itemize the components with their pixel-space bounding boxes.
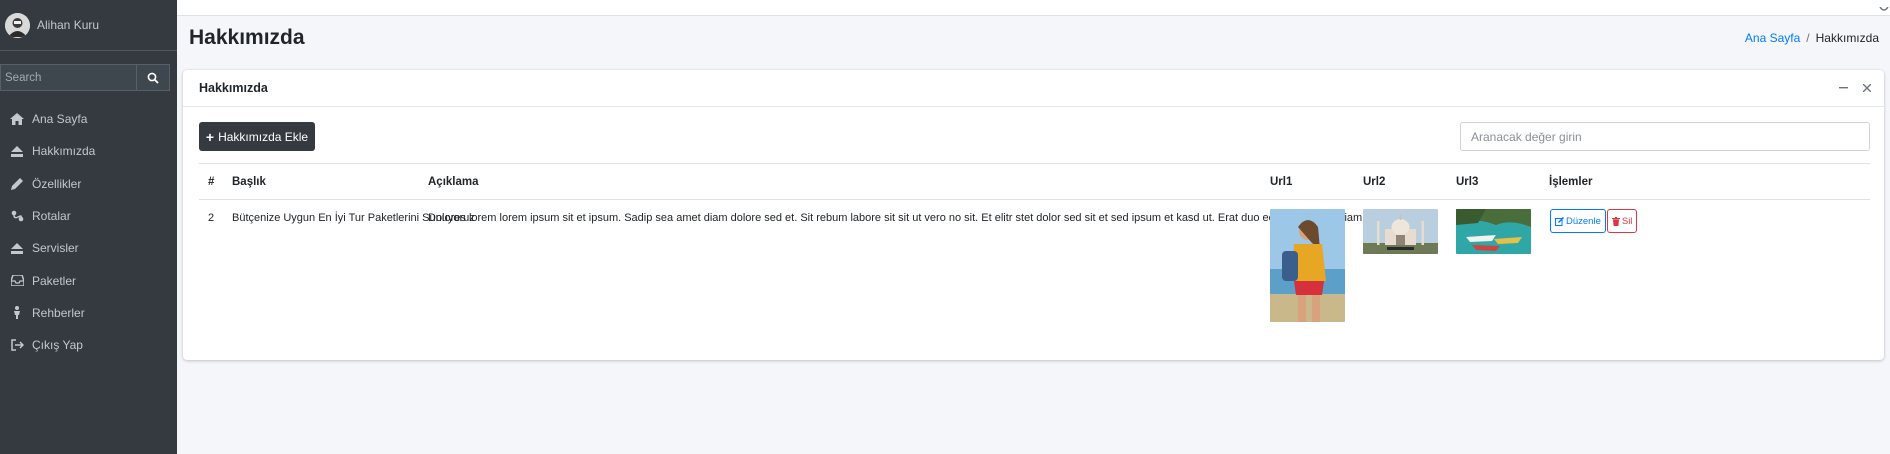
sidebar-item-ozellikler[interactable]: Özellikler	[0, 168, 177, 200]
route-icon	[9, 209, 25, 223]
edit-icon	[1555, 216, 1564, 226]
card-header: Hakkımızda	[183, 70, 1884, 107]
breadcrumb: Ana Sayfa / Hakkımızda	[1745, 31, 1879, 45]
card-tools	[1836, 79, 1874, 97]
add-about-button-label: Hakkımızda Ekle	[218, 129, 309, 144]
sign-out-icon	[9, 338, 25, 352]
navbar-corner-icon[interactable]	[1878, 0, 1890, 11]
minus-icon	[1838, 87, 1848, 89]
person-icon	[9, 306, 25, 320]
sidebar-search-button[interactable]	[136, 64, 170, 91]
url3-image	[1456, 209, 1531, 254]
user-panel[interactable]: Alihan Kuru	[0, 0, 177, 51]
row-description: Dolores lorem lorem ipsum sit et ipsum. …	[428, 212, 1384, 224]
sidebar-item-label: Rotalar	[32, 209, 71, 224]
sidebar: Alihan Kuru Ana Sayfa Hakkımızda	[0, 0, 177, 454]
column-header-ops: İşlemler	[1549, 176, 1593, 188]
card-title: Hakkımızda	[199, 81, 268, 95]
column-header-url3: Url3	[1456, 176, 1479, 188]
sidebar-item-label: Rehberler	[32, 305, 85, 320]
sidebar-item-label: Hakkımızda	[32, 144, 96, 159]
content-card: Hakkımızda + Hakkımızda Ekle # Başlık Aç…	[183, 70, 1884, 360]
sidebar-item-rotalar[interactable]: Rotalar	[0, 200, 177, 232]
about-table: # Başlık Açıklama Url1 Url2 Url3 İşlemle…	[199, 163, 1870, 335]
eject-icon	[9, 241, 25, 255]
column-header-num: #	[208, 176, 215, 188]
sidebar-item-label: Servisler	[32, 241, 79, 256]
column-header-desc: Açıklama	[428, 176, 479, 188]
sidebar-item-ana-sayfa[interactable]: Ana Sayfa	[0, 103, 177, 135]
sidebar-item-hakkimizda[interactable]: Hakkımızda	[0, 135, 177, 167]
table-row: 2 Bütçenize Uygun En İyi Tur Paketlerini…	[199, 200, 1870, 335]
delete-button-label: Sil	[1621, 215, 1633, 227]
avatar	[5, 12, 30, 38]
breadcrumb-separator: /	[1806, 31, 1810, 45]
inbox-icon	[9, 274, 25, 288]
sidebar-item-paketler[interactable]: Paketler	[0, 264, 177, 296]
breadcrumb-current: Hakkımızda	[1815, 31, 1879, 45]
column-header-url1: Url1	[1270, 176, 1293, 188]
sidebar-item-label: Özellikler	[32, 176, 82, 191]
close-icon	[1863, 84, 1871, 92]
table-search-input[interactable]	[1460, 122, 1870, 151]
row-actions: Düzenle Sil	[1550, 209, 1638, 233]
home-icon	[9, 112, 25, 126]
table-header-row: # Başlık Açıklama Url1 Url2 Url3 İşlemle…	[199, 163, 1870, 200]
plus-icon: +	[205, 128, 215, 145]
url2-image	[1363, 209, 1438, 254]
url1-image	[1270, 209, 1345, 322]
sidebar-item-label: Paketler	[32, 273, 77, 288]
column-header-url2: Url2	[1363, 176, 1386, 188]
sidebar-item-cikis-yap[interactable]: Çıkış Yap	[0, 329, 177, 361]
add-about-button[interactable]: + Hakkımızda Ekle	[199, 122, 315, 151]
breadcrumb-home-link[interactable]: Ana Sayfa	[1745, 31, 1800, 45]
sidebar-item-label: Ana Sayfa	[32, 112, 88, 127]
sidebar-item-servisler[interactable]: Servisler	[0, 232, 177, 264]
edit-button[interactable]: Düzenle	[1550, 209, 1606, 233]
eject-icon	[9, 144, 25, 158]
sidebar-item-label: Çıkış Yap	[32, 338, 83, 353]
user-name[interactable]: Alihan Kuru	[37, 18, 99, 32]
collapse-button[interactable]	[1836, 79, 1850, 97]
delete-button[interactable]: Sil	[1606, 209, 1638, 233]
row-number: 2	[208, 212, 215, 224]
column-header-title: Başlık	[232, 176, 266, 188]
remove-button[interactable]	[1860, 79, 1874, 97]
page-title: Hakkımızda	[189, 26, 305, 49]
trash-icon	[1611, 216, 1620, 226]
pencil-icon	[9, 177, 25, 191]
top-navbar	[177, 0, 1890, 16]
edit-button-label: Düzenle	[1566, 215, 1601, 227]
sidebar-item-rehberler[interactable]: Rehberler	[0, 297, 177, 329]
search-icon	[147, 72, 159, 84]
sidebar-nav: Ana Sayfa Hakkımızda Özellikler Rotalar …	[0, 103, 177, 361]
sidebar-search	[0, 64, 170, 91]
sidebar-search-input[interactable]	[0, 64, 136, 91]
